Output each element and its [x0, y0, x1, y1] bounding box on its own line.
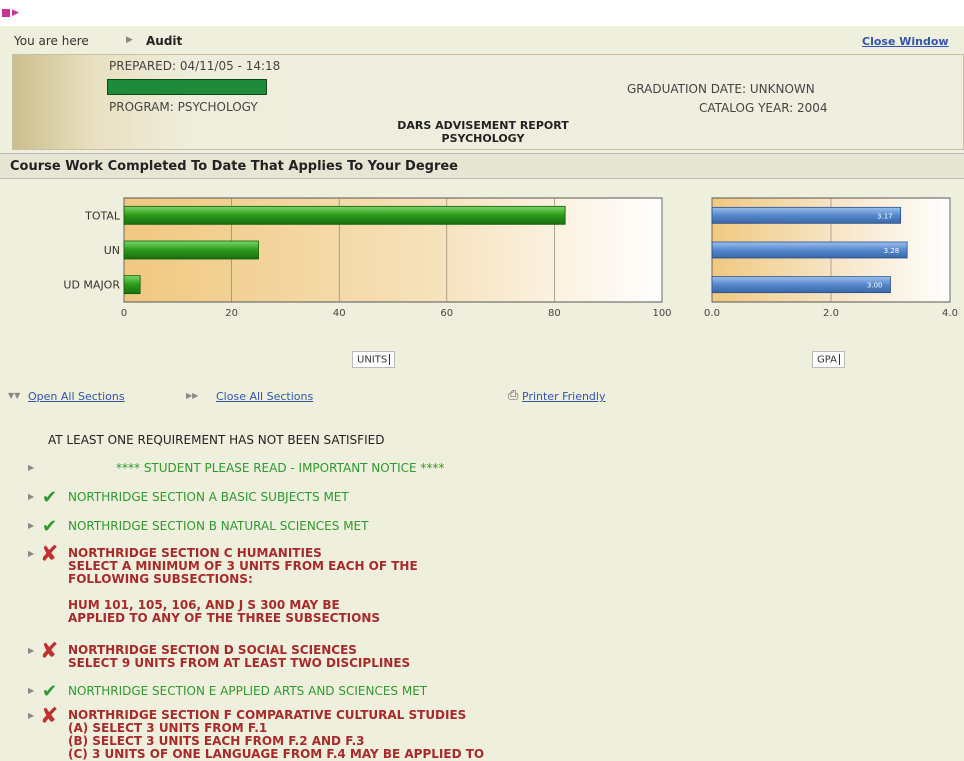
tick-label: 0: [121, 308, 127, 319]
checkmark-icon: ✔: [42, 681, 58, 702]
data-label: 3.17: [877, 212, 893, 220]
units-axis-label: UNITS: [352, 351, 396, 368]
tick-label: 4.0: [942, 308, 958, 319]
graduation-date: GRADUATION DATE: UNKNOWN: [627, 82, 815, 96]
tick-label: 80: [548, 308, 561, 319]
requirement-line: APPLIED TO ANY OF THE THREE SUBSECTIONS: [68, 611, 381, 625]
section-controls: ▼▼ Open All Sections ▶▶ Close All Sectio…: [0, 388, 964, 408]
requirement-text: NORTHRIDGE SECTION F COMPARATIVE CULTURA…: [68, 709, 484, 761]
page-icon: [2, 9, 10, 17]
x-mark-icon: ✘: [40, 542, 59, 567]
x-mark-icon: ✘: [40, 704, 59, 729]
browser-toolbar: ▶: [0, 0, 964, 26]
tick-label: 40: [333, 308, 346, 319]
requirement-line: (C) 3 UNITS OF ONE LANGUAGE FROM F.4 MAY…: [68, 747, 485, 761]
requirement-text: NORTHRIDGE SECTION B NATURAL SCIENCES ME…: [68, 519, 368, 533]
expand-arrow-icon[interactable]: ▶: [28, 521, 34, 530]
units-bar-total: [123, 205, 566, 225]
breadcrumb: You are here ▶ Audit Close Window: [0, 30, 964, 52]
requirement-text: NORTHRIDGE SECTION D SOCIAL SCIENCES SELE…: [68, 644, 410, 670]
requirement-line: SELECT 9 UNITS FROM AT LEAST TWO DISCIPL…: [68, 656, 411, 670]
x-mark-icon: ✘: [40, 639, 59, 664]
collapse-arrows-icon: ▶▶: [186, 391, 199, 400]
tick-label: 60: [440, 308, 453, 319]
checkmark-icon: ✔: [42, 516, 58, 537]
requirement-status: AT LEAST ONE REQUIREMENT HAS NOT BEEN SA…: [48, 433, 385, 447]
tick-label: 2.0: [823, 308, 839, 319]
checkmark-icon: ✔: [42, 487, 58, 508]
gpa-bar-un: [711, 241, 908, 259]
category-label: UD MAJOR: [63, 279, 120, 292]
breadcrumb-separator-icon: ▶: [126, 35, 133, 45]
breadcrumb-current: Audit: [146, 34, 183, 48]
requirement-text: NORTHRIDGE SECTION C HUMANITIES SELECT A …: [68, 547, 418, 625]
tick-label: 0.0: [704, 308, 720, 319]
expand-arrow-icon[interactable]: ▶: [28, 549, 34, 558]
gpa-bar-total: [711, 206, 902, 224]
printer-friendly-link[interactable]: Printer Friendly: [522, 390, 605, 403]
tick-label: 20: [225, 308, 238, 319]
progress-charts: TOTAL UN UD MAJOR 0 20 40 60 80 100 3.17 3.28 3.00 0…: [63, 197, 958, 319]
open-all-sections-link[interactable]: Open All Sections: [28, 390, 125, 403]
units-bar-ud-major: [123, 275, 141, 295]
requirement-text: NORTHRIDGE SECTION E APPLIED ARTS AND SC…: [68, 684, 427, 698]
report-title-block: DARS ADVISEMENT REPORT PSYCHOLOGY: [343, 119, 623, 145]
gpa-bar-ud-major: [711, 276, 891, 294]
requirement-line: NORTHRIDGE SECTION E APPLIED ARTS AND SC…: [68, 684, 428, 698]
important-notice: **** STUDENT PLEASE READ - IMPORTANT NOT…: [116, 461, 445, 475]
category-label: UN: [104, 244, 120, 257]
expand-arrow-icon[interactable]: ▶: [28, 646, 34, 655]
gpa-axis-text: GPA: [817, 354, 837, 366]
requirement-line: NORTHRIDGE SECTION B NATURAL SCIENCES ME…: [68, 519, 369, 533]
report-subtitle: PSYCHOLOGY: [441, 132, 525, 145]
expand-arrows-icon: ▼▼: [8, 391, 21, 400]
section-title: Course Work Completed To Date That Appli…: [10, 159, 458, 174]
redacted-name-bar: [107, 79, 267, 95]
report-title: DARS ADVISEMENT REPORT: [397, 119, 569, 132]
expand-arrow-icon[interactable]: ▶: [28, 492, 34, 501]
report-header: PREPARED: 04/11/05 - 14:18 PROGRAM: PSYC…: [12, 54, 964, 150]
data-label: 3.28: [884, 247, 900, 255]
close-window-link[interactable]: Close Window: [862, 35, 949, 48]
requirement-line: FOLLOWING SUBSECTIONS:: [68, 572, 253, 586]
printer-icon[interactable]: ⎙: [508, 388, 518, 403]
gpa-axis-label: GPA: [812, 351, 845, 368]
expand-arrow-icon[interactable]: ▶: [28, 711, 34, 720]
prepared-date: PREPARED: 04/11/05 - 14:18: [109, 59, 281, 73]
section-heading: Course Work Completed To Date That Appli…: [0, 153, 964, 179]
category-label: TOTAL: [84, 209, 121, 222]
expand-arrow-icon[interactable]: ▶: [28, 463, 34, 472]
catalog-year: CATALOG YEAR: 2004: [699, 101, 828, 115]
units-axis-text: UNITS: [357, 354, 388, 366]
breadcrumb-prefix: You are here: [14, 34, 89, 48]
play-arrow-icon[interactable]: ▶: [12, 8, 19, 18]
requirement-line: NORTHRIDGE SECTION A BASIC SUBJECTS MET: [68, 490, 349, 504]
program-label: PROGRAM: PSYCHOLOGY: [109, 100, 258, 114]
close-all-sections-link[interactable]: Close All Sections: [216, 390, 313, 403]
requirement-text: NORTHRIDGE SECTION A BASIC SUBJECTS MET: [68, 490, 349, 504]
tick-label: 100: [652, 308, 671, 319]
expand-arrow-icon[interactable]: ▶: [28, 686, 34, 695]
units-bar-un: [123, 240, 259, 260]
data-label: 3.00: [867, 282, 883, 290]
